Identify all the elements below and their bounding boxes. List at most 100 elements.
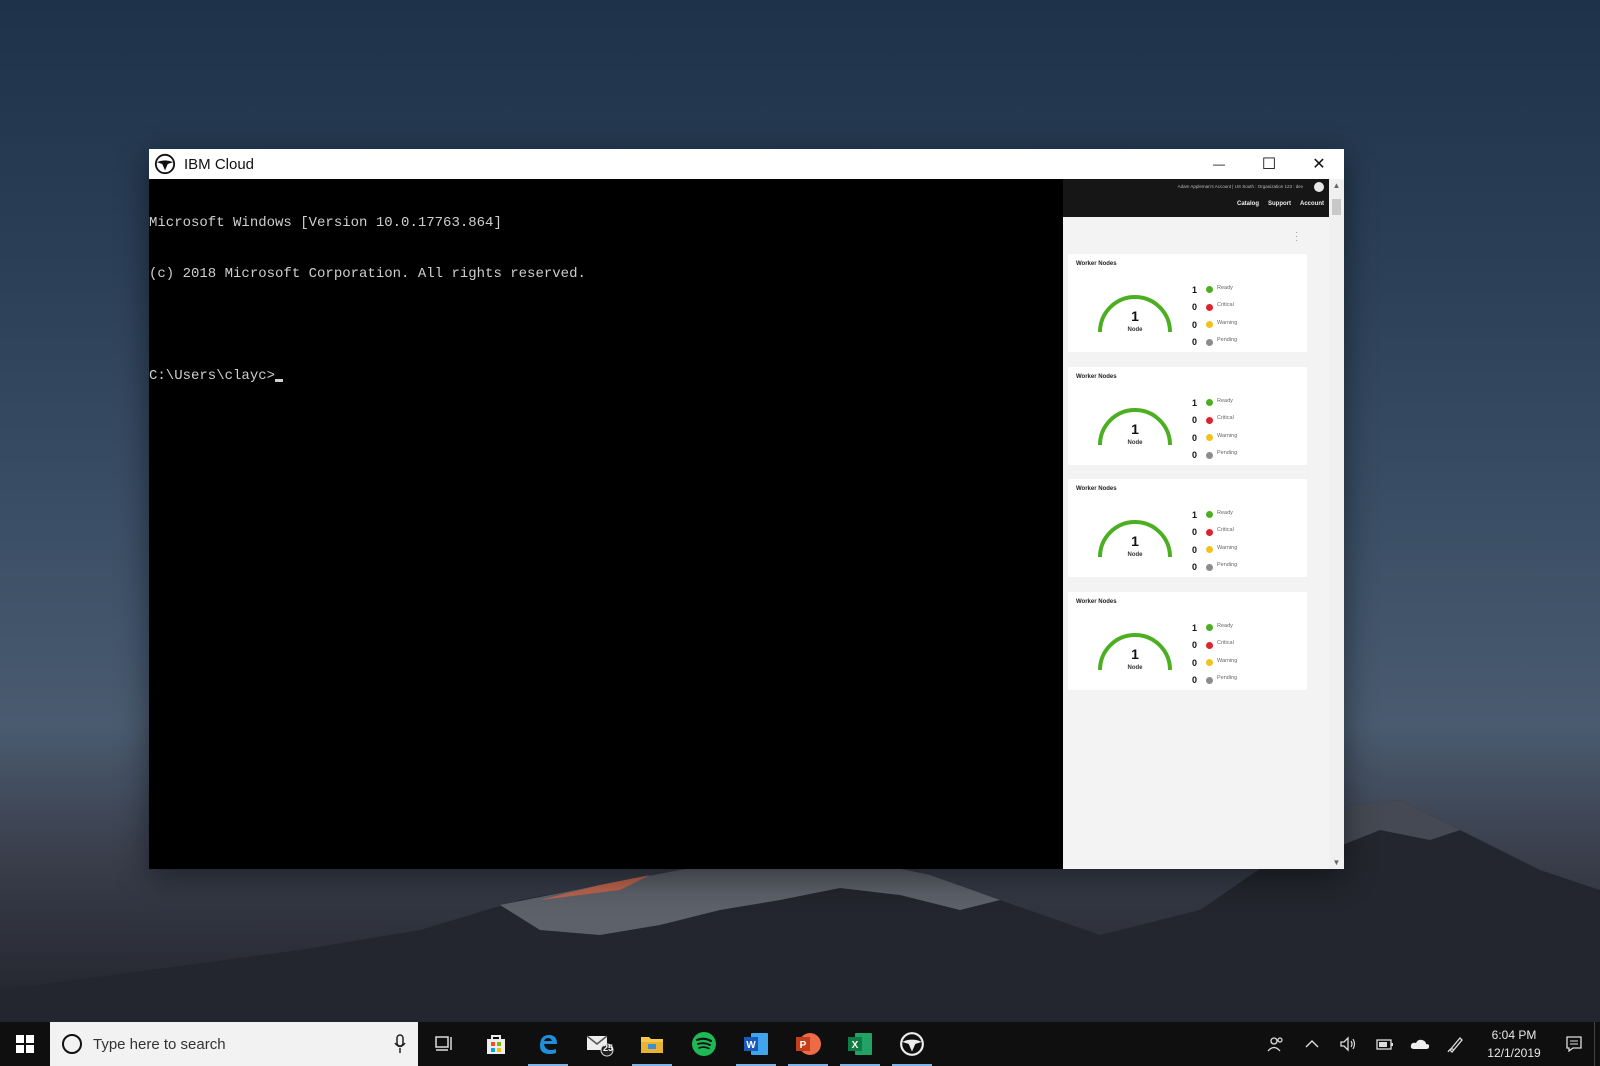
scroll-down-icon[interactable]: ▼ [1329, 858, 1344, 867]
status-dot-icon [1206, 303, 1213, 311]
word-button[interactable]: W [730, 1022, 782, 1066]
nav-catalog[interactable]: Catalog [1237, 201, 1259, 207]
status-label: Critical [1217, 415, 1234, 422]
status-count: 1 [1192, 509, 1198, 520]
taskbar: Type here to search 25 W P X 6:04 PM 12/… [0, 1022, 1600, 1066]
scroll-up-icon[interactable]: ▲ [1329, 181, 1344, 190]
legend-row-pending: 0 Pending [1192, 672, 1237, 690]
legend-row-pending: 0 Pending [1192, 334, 1237, 352]
card-title: Worker Nodes [1076, 599, 1117, 605]
status-dot-icon [1206, 286, 1213, 294]
maximize-icon: ☐ [1261, 156, 1277, 173]
file-explorer-icon [641, 1037, 663, 1053]
battery-button[interactable] [1366, 1022, 1402, 1066]
status-dot-icon [1206, 451, 1213, 459]
people-button[interactable] [1258, 1022, 1294, 1066]
legend-row-warning: 0 Warning [1192, 316, 1237, 334]
task-view-button[interactable] [418, 1022, 470, 1066]
status-label: Warning [1217, 544, 1238, 551]
terminal-prompt: C:\Users\clayc> [149, 368, 276, 384]
legend-row-ready: 1 Ready [1192, 506, 1237, 524]
window-titlebar[interactable]: IBM Cloud — ☐ ✕ [149, 149, 1344, 179]
powerpoint-button[interactable]: P [782, 1022, 834, 1066]
account-switcher[interactable]: Adam Appleman's Account | US South : Org… [1178, 184, 1303, 189]
worker-nodes-card[interactable]: Worker Nodes 1 Node 1 Ready 0 Critical 0 Warning… [1068, 479, 1307, 577]
status-dot-icon [1206, 563, 1213, 571]
show-hidden-icons-button[interactable] [1294, 1022, 1330, 1066]
status-label: Ready [1217, 622, 1233, 629]
microphone-icon[interactable] [394, 1034, 406, 1054]
search-placeholder: Type here to search [93, 1035, 226, 1053]
terminal-line: Microsoft Windows [Version 10.0.17763.86… [149, 215, 502, 231]
status-dot-icon [1206, 641, 1213, 649]
gauge-value: 1 [1131, 646, 1139, 662]
status-dot-icon [1206, 676, 1213, 684]
minimize-button[interactable]: — [1194, 149, 1244, 179]
svg-text:X: X [852, 1040, 859, 1051]
excel-button[interactable]: X [834, 1022, 886, 1066]
clock-time: 6:04 PM [1491, 1028, 1537, 1042]
status-count: 0 [1192, 657, 1198, 668]
status-label: Critical [1217, 640, 1234, 647]
gauge-value: 1 [1131, 308, 1139, 324]
close-button[interactable]: ✕ [1294, 149, 1344, 179]
status-legend: 1 Ready 0 Critical 0 Warning 0 Pending [1192, 394, 1237, 464]
status-dot-icon [1206, 434, 1213, 442]
clock-date: 12/1/2019 [1487, 1046, 1541, 1060]
status-label: Ready [1217, 397, 1233, 404]
task-view-icon [435, 1036, 452, 1051]
spotify-button[interactable] [678, 1022, 730, 1066]
ibm-cloud-taskbar-button[interactable] [886, 1022, 938, 1066]
maximize-button[interactable]: ☐ [1244, 149, 1294, 179]
system-tray: 6:04 PM 12/1/2019 [1258, 1022, 1600, 1066]
status-label: Warning [1217, 319, 1238, 326]
status-count: 0 [1192, 319, 1198, 330]
file-explorer-button[interactable] [626, 1022, 678, 1066]
ibm-cloud-icon [900, 1032, 924, 1056]
taskbar-search-box[interactable]: Type here to search [50, 1022, 418, 1066]
ibm-cloud-window: IBM Cloud — ☐ ✕ Microsoft Windows [Versi… [149, 149, 1344, 869]
gauge-label: Node [1128, 665, 1144, 671]
overflow-menu-icon[interactable]: · · · [1295, 228, 1298, 246]
mail-button[interactable]: 25 [574, 1022, 626, 1066]
pen-workspace-button[interactable] [1438, 1022, 1474, 1066]
text-cursor [275, 379, 284, 382]
status-dot-icon [1206, 528, 1213, 536]
status-dot-icon [1206, 338, 1213, 346]
scrollbar-thumb[interactable] [1332, 199, 1341, 215]
status-count: 0 [1192, 337, 1198, 348]
worker-nodes-card[interactable]: Worker Nodes 1 Node 1 Ready 0 Critical 0 Warning… [1068, 367, 1307, 465]
show-desktop-button[interactable] [1594, 1022, 1600, 1066]
onedrive-button[interactable] [1402, 1022, 1438, 1066]
command-prompt[interactable]: Microsoft Windows [Version 10.0.17763.86… [149, 179, 1063, 869]
powerpoint-icon: P [796, 1033, 821, 1055]
avatar[interactable] [1314, 182, 1324, 192]
worker-nodes-card[interactable]: Worker Nodes 1 Node 1 Ready 0 Critical 0 Warning… [1068, 254, 1307, 352]
scrollbar[interactable]: ▲ ▼ [1329, 179, 1344, 869]
terminal-prompt-line[interactable]: C:\Users\clayc> [149, 368, 1063, 385]
nav-account[interactable]: Account [1300, 201, 1324, 207]
pen-icon [1447, 1037, 1463, 1053]
status-dot-icon [1206, 399, 1213, 407]
card-title: Worker Nodes [1076, 374, 1117, 380]
status-count: 0 [1192, 562, 1198, 573]
header-nav: Catalog Support Account [1237, 201, 1324, 207]
close-icon: ✕ [1312, 156, 1326, 173]
mail-badge: 25 [603, 1043, 614, 1053]
action-center-button[interactable] [1554, 1022, 1594, 1066]
status-label: Pending [1217, 337, 1238, 344]
worker-nodes-card[interactable]: Worker Nodes 1 Node 1 Ready 0 Critical 0 Warning… [1068, 592, 1307, 690]
taskbar-clock[interactable]: 6:04 PM 12/1/2019 [1474, 1026, 1554, 1062]
edge-button[interactable] [522, 1022, 574, 1066]
node-gauge: 1 Node [1098, 295, 1172, 333]
nav-support[interactable]: Support [1268, 201, 1291, 207]
legend-row-pending: 0 Pending [1192, 559, 1237, 577]
notification-icon [1566, 1036, 1582, 1053]
cortana-icon [62, 1034, 82, 1054]
status-dot-icon [1206, 511, 1213, 519]
status-label: Warning [1217, 432, 1238, 439]
store-button[interactable] [470, 1022, 522, 1066]
start-button[interactable] [0, 1022, 50, 1066]
volume-button[interactable] [1330, 1022, 1366, 1066]
legend-row-critical: 0 Critical [1192, 524, 1237, 542]
